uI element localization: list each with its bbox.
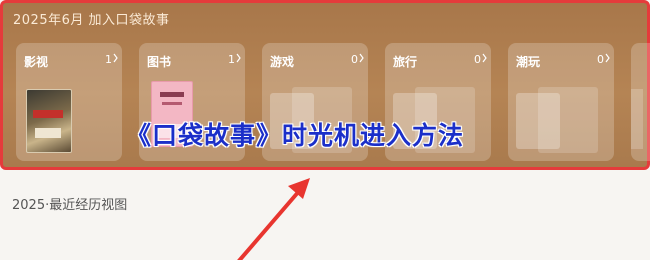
red-arrow-annotation bbox=[237, 178, 310, 260]
